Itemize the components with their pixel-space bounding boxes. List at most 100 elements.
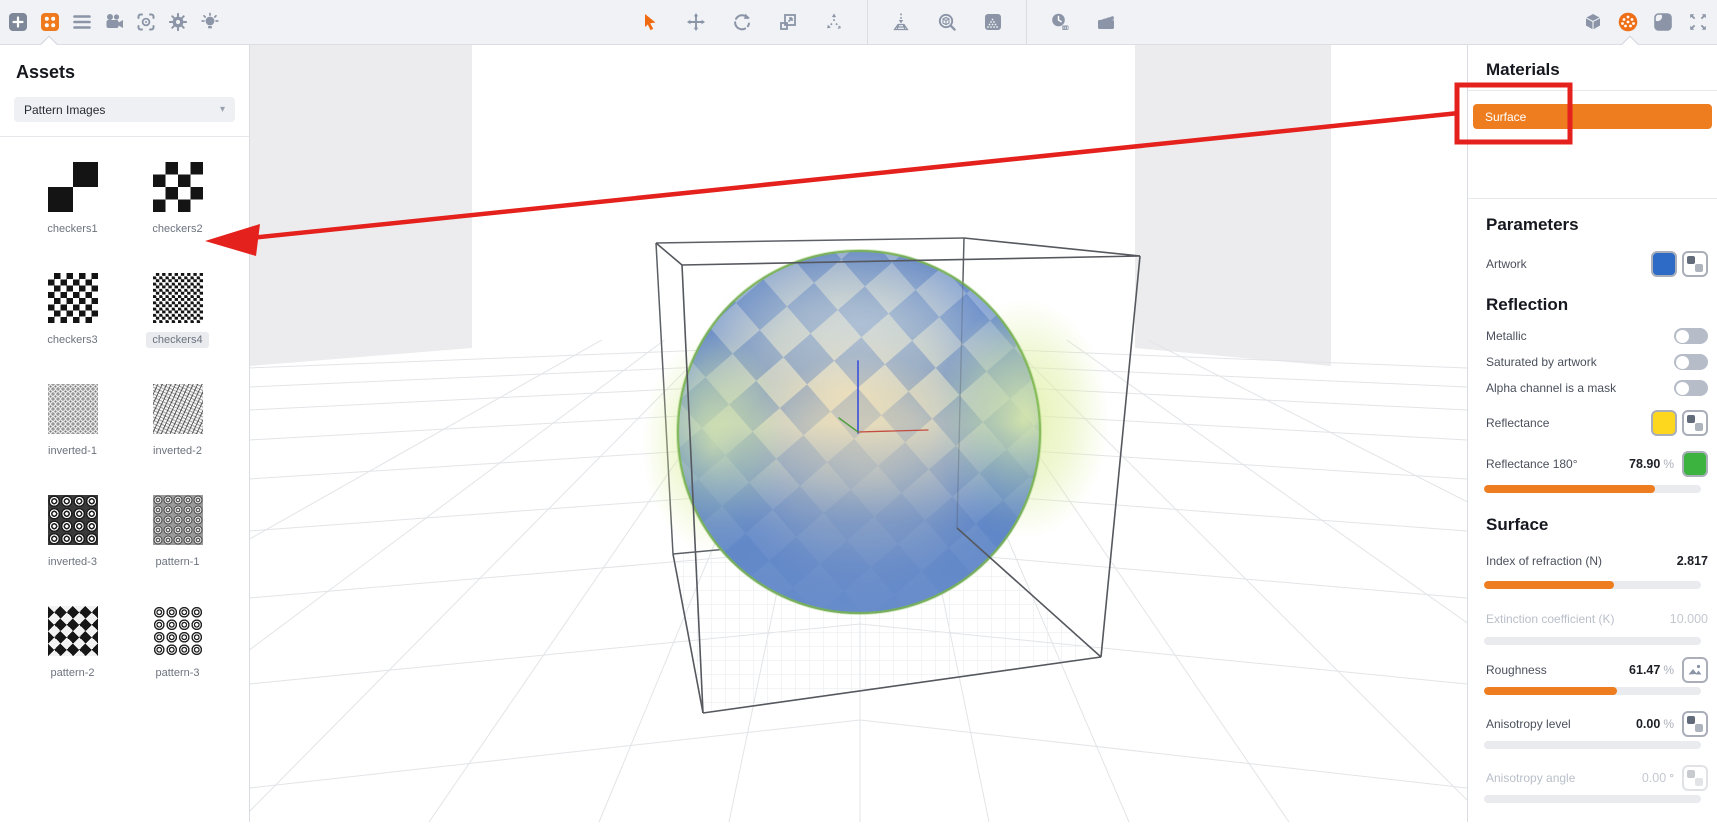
scene-canvas — [248, 44, 1468, 822]
asset-category-dropdown[interactable]: Pattern Images ▾ — [14, 97, 235, 122]
reflectance-color-swatch[interactable] — [1651, 410, 1677, 436]
asset-label: checkers3 — [47, 334, 98, 346]
material-name: Surface — [1485, 109, 1527, 124]
animation-clapper-icon — [1098, 14, 1115, 29]
saturated-toggle[interactable] — [1674, 354, 1708, 370]
ior-row: Index of refraction (N) 2.817 — [1468, 549, 1717, 573]
reflectance180-label: Reflectance 180° — [1486, 457, 1578, 471]
capture-frame-button[interactable] — [133, 9, 159, 35]
reflection-section-title: Reflection — [1486, 295, 1569, 314]
asset-thumbnail — [152, 273, 203, 323]
drop-to-floor-button[interactable] — [888, 9, 914, 35]
saturated-label: Saturated by artwork — [1486, 355, 1597, 369]
anisotropy-angle-value: 0.00 — [1641, 771, 1667, 785]
assets-icon — [41, 13, 59, 31]
asset-item-selected[interactable]: checkers4 — [125, 273, 230, 348]
asset-thumbnail — [152, 606, 203, 656]
capture-frame-icon — [137, 13, 155, 31]
asset-thumbnail — [47, 495, 98, 545]
asset-thumbnail — [47, 606, 98, 656]
backdrop-wall-left — [249, 44, 472, 366]
artwork-label: Artwork — [1486, 257, 1527, 271]
spread-button[interactable] — [821, 9, 847, 35]
reflectance180-color-swatch[interactable] — [1682, 451, 1708, 477]
find-view-button[interactable] — [934, 9, 960, 35]
asset-item[interactable]: checkers1 — [20, 162, 125, 237]
asset-item[interactable]: checkers3 — [20, 273, 125, 348]
asset-item[interactable]: pattern-1 — [125, 495, 230, 570]
asset-item[interactable]: checkers2 — [125, 162, 230, 237]
surface-section-title: Surface — [1486, 515, 1549, 534]
light-button[interactable] — [197, 9, 223, 35]
asset-thumbnail — [152, 162, 203, 212]
slider-fill — [1484, 687, 1618, 695]
backdrop-button[interactable] — [1650, 9, 1676, 35]
gradient-environment-button[interactable] — [980, 9, 1006, 35]
anisotropy-level-texture-button[interactable] — [1682, 711, 1708, 737]
asset-label: pattern-3 — [155, 667, 200, 679]
toolbar-separator — [1026, 0, 1027, 44]
scale-button[interactable] — [775, 9, 801, 35]
asset-item[interactable]: inverted-3 — [20, 495, 125, 570]
anisotropy-angle-label: Anisotropy angle — [1486, 771, 1576, 785]
divider — [0, 136, 249, 137]
scene-cube-icon — [1585, 14, 1601, 30]
assets-button[interactable] — [37, 9, 63, 35]
animation-button[interactable] — [1093, 9, 1119, 35]
roughness-image-button[interactable] — [1682, 657, 1708, 683]
asset-thumbnail — [47, 162, 98, 212]
asset-thumbnail — [152, 384, 203, 434]
select-button[interactable] — [637, 9, 663, 35]
asset-item[interactable]: pattern-3 — [125, 606, 230, 681]
materials-section-title: Materials — [1486, 60, 1560, 79]
roughness-slider[interactable] — [1484, 687, 1701, 695]
metallic-toggle[interactable] — [1674, 328, 1708, 344]
scene-objects-button[interactable] — [1580, 9, 1606, 35]
backdrop-wall-right — [1135, 44, 1331, 366]
viewport-3d[interactable] — [248, 44, 1468, 822]
metallic-label: Metallic — [1486, 329, 1527, 343]
fullscreen-button[interactable] — [1685, 9, 1711, 35]
select-cursor-icon — [645, 14, 656, 31]
metallic-row: Metallic — [1468, 323, 1717, 349]
asset-label: pattern-2 — [50, 667, 95, 679]
asset-item[interactable]: pattern-2 — [20, 606, 125, 681]
menu-icon — [73, 15, 91, 29]
reflectance180-slider[interactable] — [1484, 485, 1701, 493]
ior-label: Index of refraction (N) — [1486, 554, 1603, 568]
asset-grid: checkers1 checkers2 checkers3 checkers4 … — [20, 162, 249, 681]
history-button[interactable] — [1047, 9, 1073, 35]
settings-icon — [169, 13, 187, 31]
assets-panel: Assets Pattern Images ▾ checkers1 checke… — [0, 44, 250, 822]
materials-button[interactable] — [1615, 9, 1641, 35]
alpha-mask-toggle[interactable] — [1674, 380, 1708, 396]
artwork-texture-button[interactable] — [1682, 251, 1708, 277]
backdrop-icon — [1653, 12, 1672, 31]
menu-button[interactable] — [69, 9, 95, 35]
parameters-section-title: Parameters — [1486, 215, 1579, 234]
settings-button[interactable] — [165, 9, 191, 35]
move-button[interactable] — [683, 9, 709, 35]
rotate-button[interactable] — [729, 9, 755, 35]
anisotropy-level-label: Anisotropy level — [1486, 717, 1571, 731]
slider-fill — [1484, 581, 1615, 589]
find-view-icon — [938, 13, 956, 31]
asset-item[interactable]: inverted-1 — [20, 384, 125, 459]
divider — [1468, 198, 1717, 199]
asset-label: inverted-2 — [153, 445, 202, 457]
alpha-mask-label: Alpha channel is a mask — [1486, 381, 1617, 395]
reflectance180-unit: % — [1663, 457, 1674, 471]
ior-slider[interactable] — [1484, 581, 1701, 589]
slider-fill — [1484, 485, 1656, 493]
asset-label: inverted-1 — [48, 445, 97, 457]
asset-item[interactable]: inverted-2 — [125, 384, 230, 459]
reflectance-texture-button[interactable] — [1682, 410, 1708, 436]
add-button[interactable] — [5, 9, 31, 35]
image-icon — [1688, 664, 1702, 675]
artwork-color-swatch[interactable] — [1651, 251, 1677, 277]
rotate-icon — [734, 13, 750, 31]
material-item-surface[interactable]: Surface — [1473, 104, 1712, 129]
render-camera-button[interactable] — [101, 9, 127, 35]
anisotropy-level-slider[interactable] — [1484, 741, 1701, 749]
spread-icon — [827, 13, 841, 29]
